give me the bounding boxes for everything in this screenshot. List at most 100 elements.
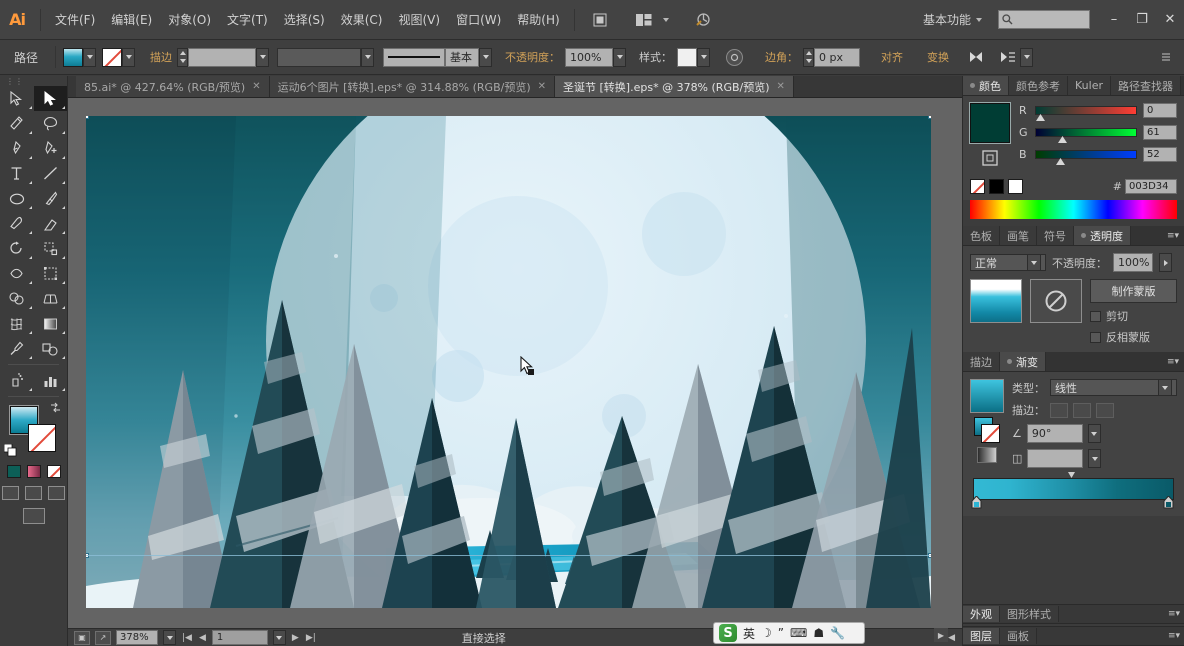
none-swatch-button[interactable] — [46, 465, 61, 478]
chevron-down-icon[interactable] — [1158, 379, 1172, 396]
type-tool[interactable] — [0, 161, 34, 186]
isolate-group-icon[interactable] — [722, 46, 746, 68]
corner-stepper[interactable] — [803, 47, 815, 67]
gradient-angle-caret[interactable] — [1087, 424, 1101, 443]
hex-value-field[interactable]: 003D34 — [1125, 179, 1177, 194]
menu-file[interactable]: 文件(F) — [47, 9, 103, 31]
eraser-tool[interactable] — [34, 211, 68, 236]
toolbox-grip[interactable]: ⋮⋮ — [0, 76, 67, 86]
last-artboard-icon[interactable]: ▶| — [305, 633, 317, 643]
artboard-number-caret[interactable] — [272, 630, 286, 645]
pen-tool[interactable] — [0, 136, 34, 161]
selection-anchor[interactable] — [86, 116, 89, 119]
tab-transparency[interactable]: 透明度 — [1074, 226, 1131, 245]
drawing-mode-normal-icon[interactable] — [2, 486, 19, 500]
punctuation-icon[interactable]: ” — [778, 626, 784, 640]
stroke-weight-field[interactable] — [188, 47, 257, 67]
ime-logo[interactable]: S — [719, 624, 737, 642]
tab-kuler[interactable]: Kuler — [1068, 76, 1111, 95]
draw-mode-caret[interactable] — [1020, 47, 1034, 67]
previous-artboard-icon[interactable]: ◀ — [198, 633, 207, 643]
bridge-icon[interactable] — [589, 10, 611, 30]
stroke-weight-caret[interactable] — [256, 47, 270, 67]
close-icon[interactable]: ✕ — [777, 81, 785, 92]
brush-caret[interactable] — [479, 47, 493, 67]
zoom-level-field[interactable]: 378% — [116, 630, 158, 645]
g-slider[interactable] — [1035, 128, 1137, 143]
zoom-level-caret[interactable] — [163, 630, 176, 645]
tab-color-guide[interactable]: 颜色参考 — [1009, 76, 1068, 95]
color-swatch-button[interactable] — [6, 465, 21, 478]
tab-stroke[interactable]: 描边 — [963, 352, 1000, 371]
menu-help[interactable]: 帮助(H) — [509, 9, 567, 31]
clip-checkbox[interactable] — [1090, 310, 1101, 322]
gradient-stop-end[interactable] — [1163, 495, 1174, 512]
stroke-indicator-icon[interactable] — [981, 149, 999, 170]
blend-mode-select[interactable]: 正常 — [970, 254, 1046, 271]
none-color-swatch[interactable] — [970, 179, 985, 194]
panel-menu-icon[interactable]: ≡▾ — [1162, 226, 1184, 245]
toolbox-stroke-swatch[interactable] — [28, 424, 56, 452]
stroke-profile-caret[interactable] — [361, 47, 375, 67]
drawing-mode-behind-icon[interactable] — [25, 486, 42, 500]
tab-gradient[interactable]: 渐变 — [1000, 352, 1046, 371]
chevron-down-icon[interactable] — [655, 10, 677, 30]
active-fill-swatch[interactable] — [969, 102, 1011, 144]
gradient-aspect-caret[interactable] — [1088, 449, 1102, 468]
invert-mask-checkbox[interactable] — [1090, 331, 1101, 343]
gradient-fill-stroke-icon[interactable] — [974, 417, 1000, 443]
gradient-stroke-mode-1-icon[interactable] — [1050, 402, 1068, 418]
menu-type[interactable]: 文字(T) — [219, 9, 276, 31]
ime-language-mode[interactable]: 英 — [743, 625, 755, 642]
tab-color[interactable]: 颜色 — [963, 76, 1009, 95]
document-tab-3[interactable]: 圣诞节 [转换].eps* @ 378% (RGB/预览) ✕ — [555, 76, 794, 97]
first-artboard-icon[interactable]: |◀ — [181, 633, 193, 643]
default-fill-stroke-icon[interactable] — [3, 443, 17, 460]
align-label[interactable]: 对齐 — [876, 49, 908, 65]
shape-modes-icon[interactable] — [964, 46, 988, 68]
white-swatch[interactable] — [1008, 179, 1023, 194]
search-input[interactable] — [998, 10, 1090, 29]
arrange-documents-icon[interactable] — [633, 10, 655, 30]
document-tab-1[interactable]: 85.ai* @ 427.64% (RGB/预览) ✕ — [76, 76, 270, 97]
gradient-preview-swatch[interactable] — [970, 379, 1004, 413]
graphic-style-swatch[interactable] — [677, 47, 698, 67]
mesh-tool[interactable] — [0, 311, 34, 336]
r-slider-knob[interactable] — [1036, 114, 1045, 121]
b-slider[interactable] — [1035, 150, 1137, 165]
opacity-field[interactable]: 100% — [565, 47, 614, 67]
canvas-area[interactable] — [68, 98, 962, 628]
b-value-field[interactable]: 52 — [1143, 147, 1177, 162]
gradient-slider-bar[interactable] — [973, 478, 1174, 500]
gradient-stroke-mode-3-icon[interactable] — [1096, 402, 1114, 418]
width-tool[interactable] — [0, 261, 34, 286]
stroke-dropdown-caret[interactable] — [122, 47, 136, 67]
free-transform-tool[interactable] — [34, 261, 68, 286]
next-artboard-icon[interactable]: ▶ — [291, 633, 300, 643]
symbol-sprayer-tool[interactable] — [0, 368, 34, 393]
panel-menu-icon[interactable]: ≡▾ — [1163, 609, 1184, 619]
artboard-number-field[interactable]: 1 — [211, 630, 268, 645]
stroke-profile-field[interactable] — [277, 47, 362, 67]
draw-mode-icon[interactable] — [996, 46, 1020, 68]
perspective-grid-tool[interactable] — [34, 286, 68, 311]
brush-preview[interactable] — [383, 47, 446, 67]
g-value-field[interactable]: 61 — [1143, 125, 1177, 140]
tab-graphic-styles[interactable]: 图形样式 — [1000, 606, 1059, 622]
fill-dropdown-caret[interactable] — [83, 47, 97, 67]
share-on-behance-icon[interactable]: ↗ — [95, 630, 111, 645]
scroll-left-icon[interactable]: ◀ — [947, 633, 956, 643]
selection-anchor[interactable] — [928, 116, 931, 119]
g-slider-knob[interactable] — [1058, 136, 1067, 143]
tab-layers[interactable]: 图层 — [963, 628, 1000, 644]
gradient-type-select[interactable]: 线性 — [1050, 379, 1177, 396]
opacity-caret[interactable] — [613, 47, 627, 67]
control-bar-overflow[interactable] — [1154, 46, 1184, 68]
selection-tool[interactable] — [0, 86, 34, 111]
menu-view[interactable]: 视图(V) — [390, 9, 448, 31]
direct-selection-tool[interactable] — [33, 86, 67, 111]
stroke-swatch[interactable] — [102, 47, 123, 67]
close-icon[interactable]: ✕ — [538, 81, 546, 92]
eyedropper-tool[interactable] — [0, 336, 34, 361]
preferences-icon[interactable] — [693, 10, 715, 30]
